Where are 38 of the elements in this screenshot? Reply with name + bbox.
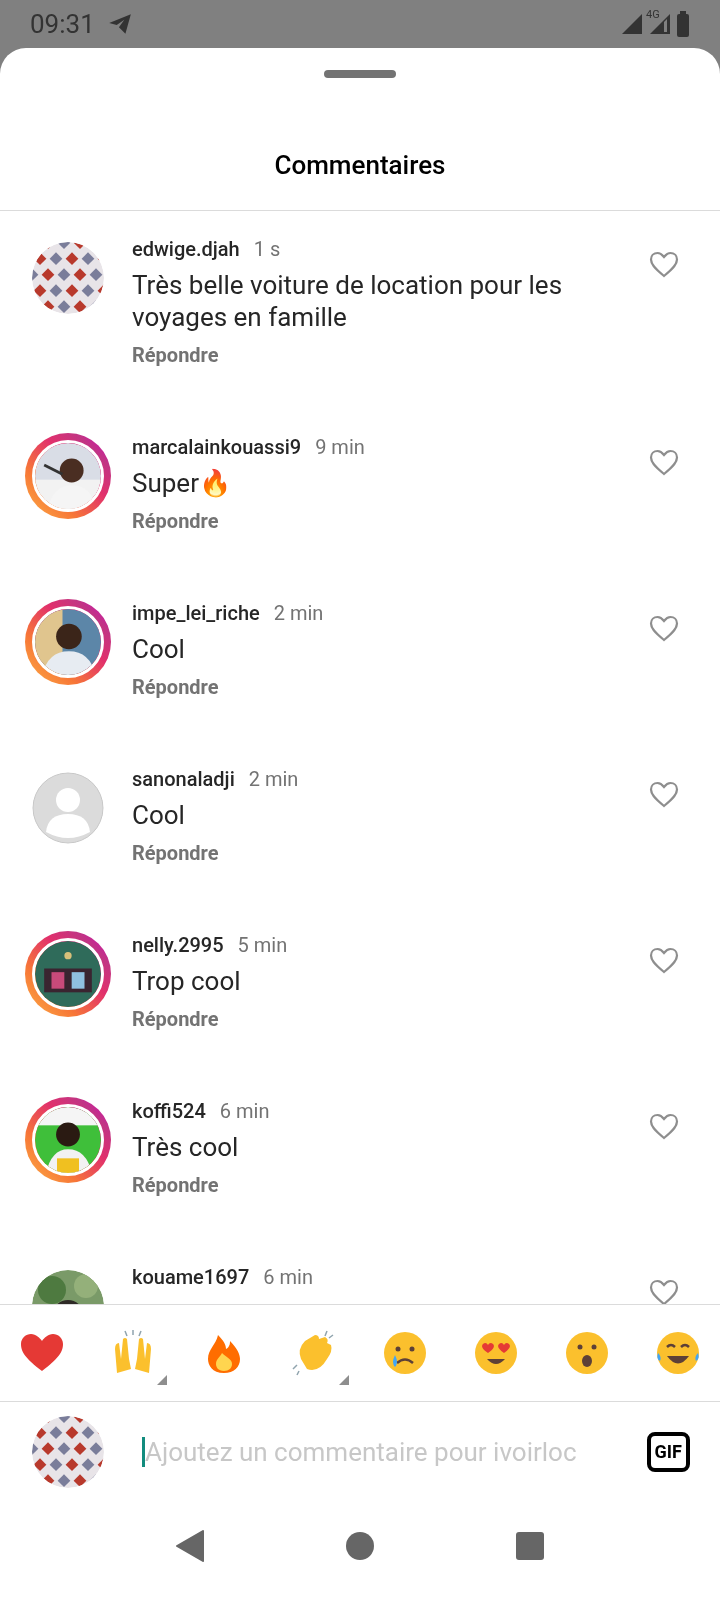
timestamp: 5 min	[237, 933, 288, 957]
comment-text: Super🔥	[132, 467, 232, 499]
username[interactable]: nelly.2995	[132, 933, 224, 957]
timestamp: 6 min	[263, 1265, 313, 1289]
reply-link[interactable]: Répondre	[132, 675, 648, 699]
reply-link[interactable]: Répondre	[132, 509, 648, 533]
like-heart-icon[interactable]	[648, 1277, 680, 1304]
comment-text: Cool	[132, 633, 186, 665]
timestamp: 2 min	[248, 767, 299, 791]
battery-icon	[676, 11, 690, 37]
reply-link[interactable]: Répondre	[132, 343, 648, 367]
username[interactable]: kouame1697	[132, 1265, 250, 1289]
timestamp: 2 min	[273, 601, 324, 625]
drag-handle[interactable]	[324, 70, 396, 78]
username[interactable]: marcalainkouassi9	[132, 435, 302, 459]
recents-icon[interactable]	[515, 1531, 545, 1561]
timestamp: 6 min	[219, 1099, 270, 1123]
timestamp: 1 s	[253, 237, 281, 261]
username[interactable]: sanonaladji	[132, 767, 235, 791]
signal-icon	[648, 12, 672, 36]
reply-link[interactable]: Répondre	[132, 841, 648, 865]
comment-text: Trop cool	[132, 965, 242, 997]
signal-icon	[620, 12, 644, 36]
home-icon[interactable]	[345, 1531, 375, 1561]
timestamp: 9 min	[315, 435, 365, 459]
reply-link[interactable]: Répondre	[132, 1007, 648, 1031]
comment-text: Très cool	[132, 1131, 240, 1163]
username[interactable]: koffi524	[132, 1099, 206, 1123]
network-type: 4G	[646, 8, 660, 21]
back-icon[interactable]	[175, 1529, 205, 1563]
clock-time: 09:31	[30, 9, 95, 39]
username[interactable]: impe_lei_riche	[132, 601, 260, 625]
gif-button[interactable]: GIF	[646, 1432, 690, 1472]
username[interactable]: edwige.djah	[132, 237, 240, 261]
sheet-title: Commentaires	[0, 78, 720, 211]
comment-text: Cool	[132, 799, 186, 831]
comment-text: Très belle voiture de location pour les voyages en famille	[132, 269, 564, 333]
reply-link[interactable]: Répondre	[132, 1173, 648, 1197]
